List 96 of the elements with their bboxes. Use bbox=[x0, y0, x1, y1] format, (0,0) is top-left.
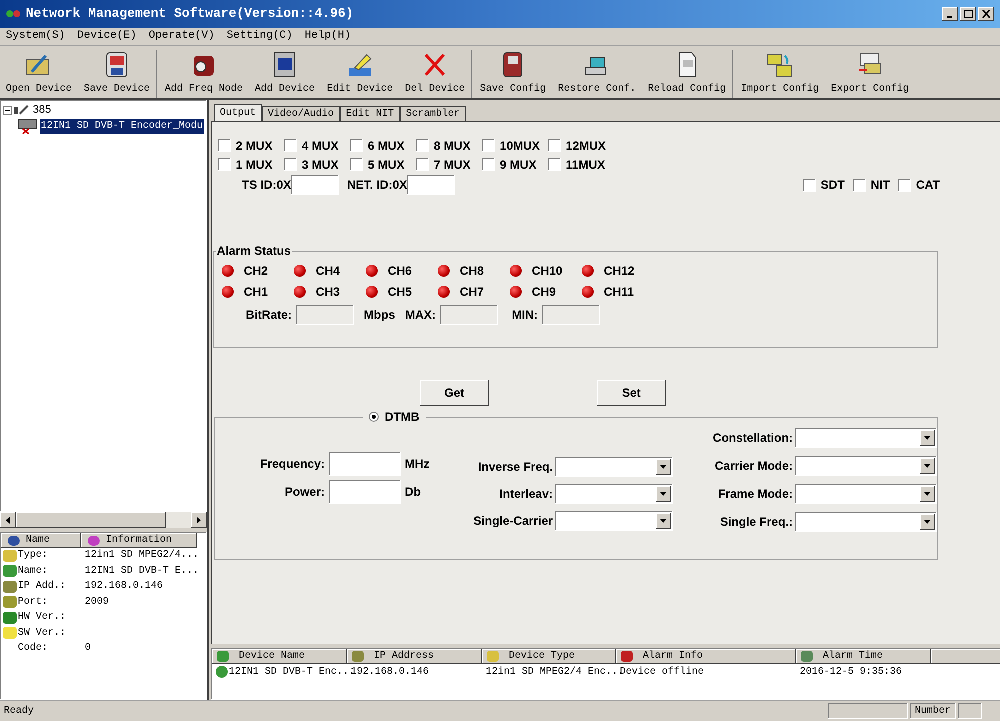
checkbox-label: SDT bbox=[820, 177, 845, 194]
field-label: BitRate: bbox=[246, 307, 292, 324]
column-header[interactable]: Alarm Info bbox=[616, 649, 796, 664]
channel-label: CH1 bbox=[244, 284, 268, 300]
checkbox-label: 5 MUX bbox=[368, 156, 405, 174]
checkbox-label: NIT bbox=[870, 177, 890, 194]
channel-label: CH9 bbox=[532, 284, 556, 300]
toolbar-button[interactable]: Reload Config bbox=[642, 50, 732, 98]
field-label: Carrier Mode: bbox=[714, 458, 794, 475]
channel-label: CH4 bbox=[316, 262, 340, 280]
property-value: 12in1 SD MPEG2/4... bbox=[85, 548, 200, 564]
field-label: MIN: bbox=[512, 307, 538, 324]
action-button[interactable]: Get bbox=[420, 380, 490, 406]
window-title: Network Management Software(Version::4.96) bbox=[26, 5, 354, 24]
menu-item[interactable]: Device(E) bbox=[77, 28, 137, 45]
toolbar-button[interactable]: Del Device bbox=[399, 50, 472, 98]
column-header[interactable]: Device Name bbox=[212, 649, 348, 664]
column-header[interactable]: Name bbox=[1, 533, 81, 548]
checkbox-label: 7 MUX bbox=[434, 156, 471, 174]
tab[interactable]: Video/Audio bbox=[262, 106, 340, 121]
field-label: Frame Mode: bbox=[717, 486, 794, 503]
group-title: Alarm Status bbox=[216, 243, 292, 260]
property-name: Type: bbox=[18, 549, 48, 564]
property-name: Port: bbox=[18, 596, 48, 610]
device-row[interactable]: 12IN1 SD DVB-T Enc...192.168.0.146 12in1 SD MPEG2/4 Enc...Device offline 2016-12-5 9:35:36 bbox=[212, 664, 1000, 680]
property-name: Name: bbox=[18, 564, 48, 579]
tree-item[interactable]: 385 bbox=[32, 102, 52, 118]
column-header[interactable]: IP Address bbox=[347, 649, 482, 664]
checkbox-label: CAT bbox=[916, 177, 940, 194]
checkbox-label: 2 MUX bbox=[236, 138, 273, 154]
checkbox-label: 9 MUX bbox=[500, 156, 537, 174]
table-cell-text: Device offline bbox=[620, 666, 704, 680]
channel-label: CH5 bbox=[388, 284, 412, 300]
channel-label: CH3 bbox=[316, 284, 340, 300]
tree-item[interactable]: 12IN1 SD DVB-T Encoder_Modu bbox=[40, 118, 204, 134]
field-label: NET. ID:0X bbox=[347, 177, 408, 194]
property-value: 2009 bbox=[85, 596, 110, 610]
property-name: SW Ver.: bbox=[18, 626, 66, 641]
property-value: 192.168.0.146 bbox=[85, 580, 164, 594]
toolbar-button[interactable]: Open Device bbox=[0, 50, 78, 98]
channel-label: CH6 bbox=[388, 262, 412, 280]
toolbar-button[interactable]: Restore Conf. bbox=[552, 50, 642, 98]
toolbar-button[interactable]: Import Config bbox=[735, 50, 826, 98]
unit-label: Mbps bbox=[364, 307, 396, 324]
channel-label: CH12 bbox=[604, 262, 635, 280]
checkbox-label: 12MUX bbox=[566, 138, 606, 154]
field-label: Interleav: bbox=[498, 486, 554, 503]
property-value: 0 bbox=[85, 642, 92, 656]
tab[interactable]: Scrambler bbox=[400, 106, 466, 121]
table-cell-text: 2016-12-5 9:35:36 bbox=[800, 666, 902, 680]
tab[interactable]: Edit NIT bbox=[340, 106, 400, 121]
checkbox-label: 8 MUX bbox=[434, 138, 471, 154]
field-label: Constellation: bbox=[712, 430, 794, 447]
toolbar-button[interactable]: Save Device bbox=[78, 50, 156, 98]
checkbox-label: 1 MUX bbox=[236, 156, 273, 174]
table-cell-text: 192.168.0.146 bbox=[351, 666, 430, 680]
checkbox-label: 6 MUX bbox=[368, 138, 405, 154]
field-label: Single Freq.: bbox=[719, 514, 794, 531]
column-header[interactable]: Device Type bbox=[482, 649, 616, 664]
field-label: Single-Carrier bbox=[472, 513, 554, 530]
field-label: Frequency: bbox=[259, 456, 326, 473]
status-text: Ready bbox=[4, 704, 34, 718]
toolbar-button[interactable]: Edit Device bbox=[321, 50, 400, 98]
field-label: Inverse Freq. bbox=[477, 459, 554, 476]
column-header[interactable]: Alarm Time bbox=[796, 649, 932, 664]
channel-label: CH7 bbox=[460, 284, 484, 300]
action-button[interactable]: Set bbox=[597, 380, 666, 406]
field-label: Power: bbox=[284, 484, 326, 501]
unit-label: MHz bbox=[405, 456, 431, 473]
property-name: IP Add.: bbox=[18, 580, 66, 594]
field-label: MAX: bbox=[405, 307, 436, 324]
tab[interactable]: Output bbox=[214, 104, 262, 121]
column-header[interactable]: Information bbox=[81, 533, 197, 548]
property-name: HW Ver.: bbox=[18, 611, 66, 626]
toolbar-button[interactable]: Export Config bbox=[825, 50, 916, 98]
menu-item[interactable]: Operate(V) bbox=[148, 28, 215, 45]
checkbox-label: 4 MUX bbox=[302, 138, 339, 154]
channel-label: CH8 bbox=[460, 262, 484, 280]
toolbar-button[interactable]: Add Freq Node bbox=[159, 50, 250, 98]
property-value: 12IN1 SD DVB-T E... bbox=[85, 564, 200, 579]
channel-label: CH2 bbox=[244, 262, 268, 280]
channel-label: CH11 bbox=[604, 284, 634, 300]
field-label: TS ID:0X bbox=[242, 177, 292, 194]
checkbox-label: 3 MUX bbox=[302, 156, 339, 174]
property-name: Code: bbox=[18, 642, 48, 656]
status-panel: Number bbox=[910, 703, 956, 719]
radio-label: DTMB bbox=[385, 409, 420, 426]
unit-label: Db bbox=[405, 484, 422, 501]
menu-item[interactable]: Help(H) bbox=[304, 28, 352, 45]
checkbox-label: 11MUX bbox=[566, 156, 606, 174]
toolbar-button[interactable]: Add Device bbox=[249, 50, 322, 98]
menu-item[interactable]: Setting(C) bbox=[226, 28, 293, 45]
menu-item[interactable]: System(S) bbox=[6, 28, 66, 45]
toolbar-button[interactable]: Save Config bbox=[474, 50, 552, 98]
channel-label: CH10 bbox=[532, 262, 563, 280]
checkbox-label: 10MUX bbox=[500, 138, 540, 154]
